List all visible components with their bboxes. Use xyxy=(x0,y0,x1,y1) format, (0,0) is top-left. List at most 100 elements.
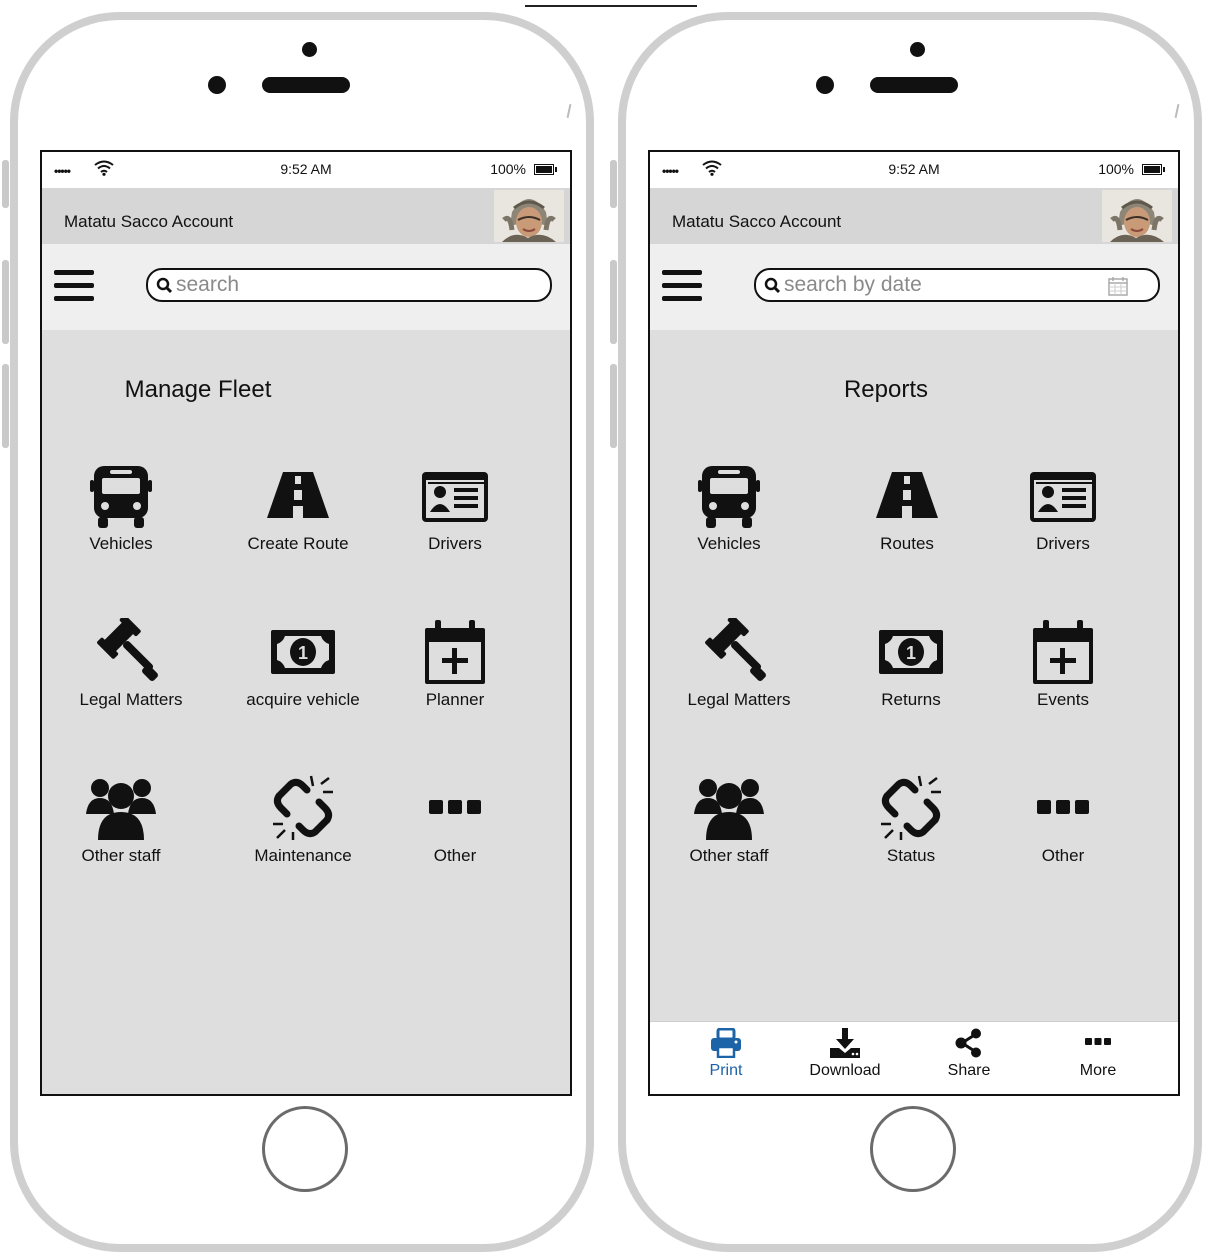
gavel-icon xyxy=(705,618,766,681)
id-card-icon xyxy=(1030,472,1096,522)
account-header: Matatu Sacco Account xyxy=(650,188,1178,244)
tile-label: Other xyxy=(1041,846,1085,865)
avatar[interactable] xyxy=(1102,190,1172,242)
account-header: Matatu Sacco Account xyxy=(42,188,570,244)
tile-label: Routes xyxy=(880,534,934,553)
tile-vehicles[interactable]: Vehicles xyxy=(654,462,804,572)
tile-other-staff[interactable]: Other staff xyxy=(46,774,196,884)
tile-vehicles[interactable]: Vehicles xyxy=(46,462,196,572)
share-icon xyxy=(955,1028,981,1058)
road-icon xyxy=(876,472,938,518)
svg-text:1: 1 xyxy=(298,643,308,663)
toolbar-label: Download xyxy=(809,1062,881,1079)
tile-label: Legal Matters xyxy=(687,690,791,709)
battery-icon xyxy=(534,164,557,175)
ellipsis-icon xyxy=(1037,800,1089,814)
status-bar: ••••• 9:52 AM 100% xyxy=(650,152,1178,188)
tile-label: Vehicles xyxy=(697,534,761,553)
bottom-toolbar: Print Download Share More xyxy=(650,1021,1178,1094)
phone-frame-manage-fleet: ••••• 9:52 AM 100% Matatu Sacco Account xyxy=(2,12,594,1252)
group-icon xyxy=(86,779,156,840)
calendar-plus-icon xyxy=(425,620,485,684)
avatar[interactable] xyxy=(494,190,564,242)
volume-up-button xyxy=(2,260,9,344)
battery-percentage: 100% xyxy=(1098,161,1134,177)
bus-icon xyxy=(90,466,152,528)
money-icon: 1 xyxy=(879,630,943,674)
search-input[interactable] xyxy=(176,272,496,298)
search-icon xyxy=(156,277,173,294)
tile-legal-matters[interactable]: Legal Matters xyxy=(56,618,206,728)
tile-other[interactable]: Other xyxy=(380,774,530,884)
earpiece-speaker xyxy=(262,77,350,93)
sketch-mark xyxy=(1174,103,1180,119)
tile-label: Maintenance xyxy=(254,846,352,865)
tile-label: Other staff xyxy=(81,846,161,865)
account-title: Matatu Sacco Account xyxy=(672,212,842,231)
front-camera xyxy=(208,76,226,94)
svg-text:1: 1 xyxy=(906,643,916,663)
toolbar-label: Share xyxy=(947,1062,991,1079)
toolbar-download-button[interactable]: Download xyxy=(795,1028,895,1080)
tile-create-route[interactable]: Create Route xyxy=(223,462,373,572)
tile-other[interactable]: Other xyxy=(988,774,1138,884)
search-box[interactable] xyxy=(146,268,552,302)
tile-status[interactable]: Status xyxy=(836,774,986,884)
broken-link-icon xyxy=(273,775,333,840)
ellipsis-icon xyxy=(1085,1038,1111,1045)
tile-label: acquire vehicle xyxy=(246,690,360,709)
mute-switch xyxy=(610,160,617,208)
money-icon: 1 xyxy=(271,630,335,674)
tile-other-staff[interactable]: Other staff xyxy=(654,774,804,884)
tile-drivers[interactable]: Drivers xyxy=(380,462,530,572)
page-title: Reports xyxy=(843,376,929,403)
tile-planner[interactable]: Planner xyxy=(380,618,530,728)
tile-label: Planner xyxy=(425,690,485,709)
tile-label: Events xyxy=(1037,690,1089,709)
tile-drivers[interactable]: Drivers xyxy=(988,462,1138,572)
toolbar-share-button[interactable]: Share xyxy=(919,1028,1019,1080)
search-toolbar xyxy=(650,244,1178,330)
battery-icon xyxy=(1142,164,1165,175)
broken-link-icon xyxy=(881,775,941,840)
tile-legal-matters[interactable]: Legal Matters xyxy=(664,618,814,728)
hamburger-menu-icon[interactable] xyxy=(54,270,94,304)
tile-acquire-vehicle[interactable]: 1 acquire vehicle xyxy=(228,618,378,728)
hamburger-menu-icon[interactable] xyxy=(662,270,702,304)
tile-label: Create Route xyxy=(247,534,349,553)
earpiece-speaker xyxy=(870,77,958,93)
road-icon xyxy=(267,472,329,518)
toolbar-more-button[interactable]: More xyxy=(1048,1028,1148,1080)
toolbar-print-button[interactable]: Print xyxy=(676,1028,776,1080)
phone-frame-reports: ••••• 9:52 AM 100% Matatu Sacco Account xyxy=(610,12,1202,1252)
proximity-sensor xyxy=(302,42,317,57)
tile-label: Status xyxy=(886,846,936,865)
print-icon xyxy=(711,1028,741,1058)
volume-up-button xyxy=(610,260,617,344)
front-camera xyxy=(816,76,834,94)
gavel-icon xyxy=(97,618,158,681)
sketch-mark xyxy=(566,103,572,119)
tile-label: Other staff xyxy=(689,846,769,865)
tile-label: Vehicles xyxy=(89,534,153,553)
tile-routes[interactable]: Routes xyxy=(832,462,982,572)
battery-percentage: 100% xyxy=(490,161,526,177)
calendar-plus-icon xyxy=(1033,620,1093,684)
ellipsis-icon xyxy=(429,800,481,814)
home-button[interactable] xyxy=(870,1106,956,1192)
calendar-icon[interactable] xyxy=(1108,276,1128,296)
tile-events[interactable]: Events xyxy=(988,618,1138,728)
date-search-input[interactable] xyxy=(784,272,1104,298)
tile-maintenance[interactable]: Maintenance xyxy=(228,774,378,884)
mute-switch xyxy=(2,160,9,208)
home-button[interactable] xyxy=(262,1106,348,1192)
tile-label: Legal Matters xyxy=(79,690,183,709)
toolbar-label: More xyxy=(1079,1062,1117,1079)
tile-returns[interactable]: 1 Returns xyxy=(836,618,986,728)
status-bar: ••••• 9:52 AM 100% xyxy=(42,152,570,188)
date-search-box[interactable] xyxy=(754,268,1160,302)
account-title: Matatu Sacco Account xyxy=(64,212,234,231)
volume-down-button xyxy=(2,364,9,448)
download-icon xyxy=(830,1028,860,1058)
proximity-sensor xyxy=(910,42,925,57)
